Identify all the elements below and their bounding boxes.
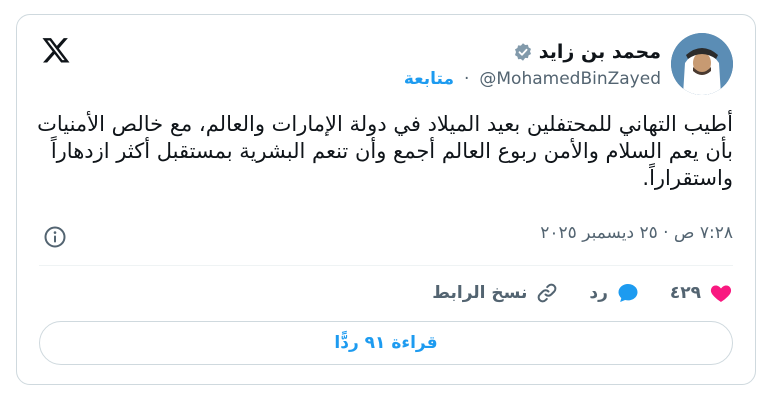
like-button[interactable]: ٤٢٩	[670, 281, 733, 305]
copy-link-button[interactable]: نسخ الرابط	[432, 281, 559, 305]
tweet-text: أطيب التهاني للمحتفلين بعيد الميلاد في د…	[37, 112, 733, 190]
tweet-card: محمد بن زايد @MohamedBinZayed · متابعة أ…	[16, 14, 756, 385]
author-handle-row: @MohamedBinZayed · متابعة	[404, 69, 661, 89]
x-logo-icon[interactable]	[41, 35, 71, 65]
divider	[39, 265, 733, 266]
copy-link-label: نسخ الرابط	[432, 283, 528, 303]
reply-label: رد	[589, 283, 608, 303]
separator-dot: ·	[463, 69, 470, 89]
follow-button[interactable]: متابعة	[404, 69, 454, 89]
author-handle[interactable]: @MohamedBinZayed	[479, 69, 661, 89]
reply-bubble-icon	[618, 284, 638, 302]
verified-badge-icon	[514, 43, 531, 61]
tweet-timestamp[interactable]: ٧:٢٨ ص · ٢٥ ديسمبر ٢٠٢٥	[540, 223, 733, 243]
link-icon	[537, 283, 557, 303]
info-icon[interactable]	[43, 225, 67, 249]
action-bar: ٤٢٩ رد نسخ الرابط	[432, 281, 733, 305]
reply-button[interactable]: رد	[589, 281, 640, 305]
author-name[interactable]: محمد بن زايد	[539, 41, 661, 63]
avatar[interactable]	[671, 33, 733, 95]
read-replies-button[interactable]: قراءة ٩١ ردًّا	[39, 321, 733, 365]
heart-icon	[710, 285, 732, 302]
like-count: ٤٢٩	[669, 283, 701, 303]
author-name-row: محمد بن زايد	[513, 41, 661, 63]
